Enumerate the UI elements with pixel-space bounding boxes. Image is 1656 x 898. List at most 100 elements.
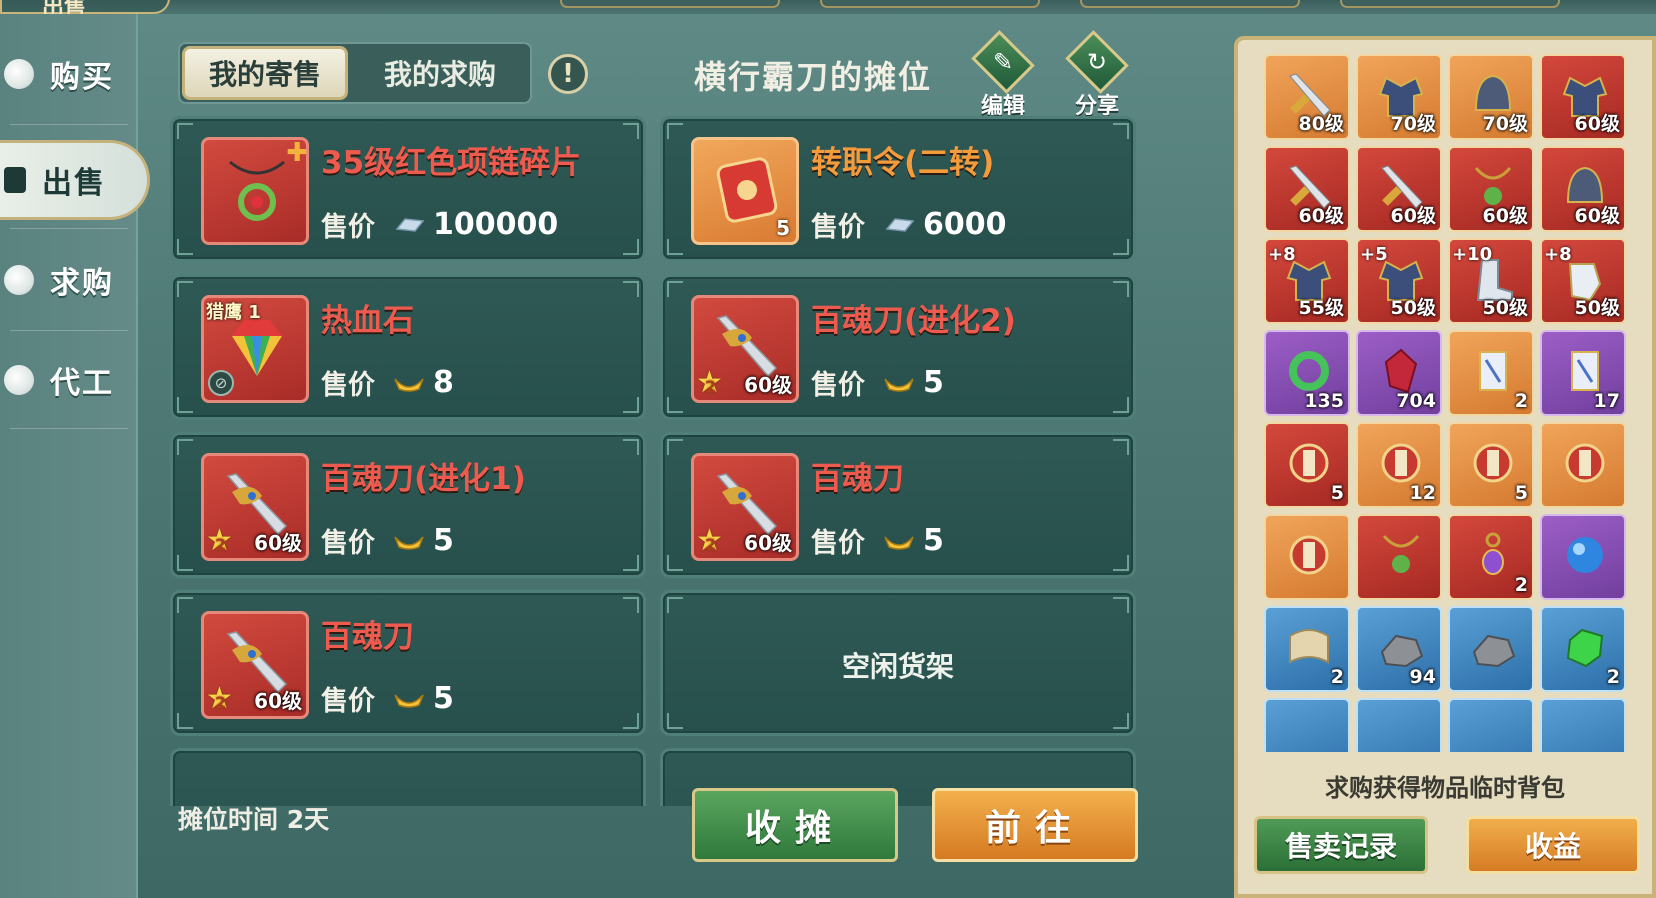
orb-icon bbox=[1567, 537, 1603, 573]
nav-item-label: 代工 bbox=[50, 366, 114, 401]
item-name: 百魂刀(进化2) bbox=[811, 303, 1016, 339]
listing-card[interactable]: 5 转职令(二转) 售价 6000 bbox=[660, 116, 1136, 262]
inventory-slot[interactable]: 80级 bbox=[1264, 54, 1350, 140]
nav-item-request[interactable]: 求购 bbox=[0, 240, 136, 320]
inventory-slot[interactable]: 704 bbox=[1356, 330, 1442, 416]
inventory-slot[interactable]: 12 bbox=[1356, 422, 1442, 508]
inventory-slot[interactable]: 17 bbox=[1540, 330, 1626, 416]
nav-item-craft[interactable]: 代工 bbox=[0, 340, 136, 420]
necklace-fragment-icon: ✚ bbox=[201, 137, 309, 245]
listing-card[interactable]: ★ 2 60级 百魂刀(进化1) 售价 5 bbox=[170, 432, 646, 578]
inventory-slot[interactable] bbox=[1356, 514, 1442, 600]
inventory-slot[interactable] bbox=[1540, 514, 1626, 600]
inventory-slot[interactable] bbox=[1356, 698, 1442, 752]
star-icon: ★ 2 bbox=[696, 523, 723, 558]
goto-button[interactable]: 前往 bbox=[932, 788, 1138, 862]
edit-button[interactable]: ✎ 编辑 bbox=[968, 30, 1038, 120]
listing-card[interactable]: ✚ 35级红色项链碎片 售价 100000 bbox=[170, 116, 646, 262]
price-value: 5 bbox=[923, 523, 944, 558]
slot-label: 5 bbox=[1514, 482, 1528, 504]
inventory-slot[interactable]: 70级 bbox=[1448, 54, 1534, 140]
top-tab[interactable]: 出售 bbox=[0, 0, 170, 21]
star-icon: ★ 2 bbox=[206, 523, 233, 558]
price-row: 售价 5 bbox=[321, 679, 454, 718]
gold-ingot-icon bbox=[884, 378, 914, 392]
inventory-panel: 80级 70级 70级 60级 60级 60级 60级 60级 55级 +8 50级 +5 50级 +10… bbox=[1234, 36, 1656, 898]
inventory-slot[interactable]: 60级 bbox=[1264, 146, 1350, 232]
inventory-slot[interactable]: 5 bbox=[1448, 422, 1534, 508]
inventory-slot[interactable]: 2 bbox=[1448, 330, 1534, 416]
share-button[interactable]: ↻ 分享 bbox=[1062, 30, 1132, 120]
inventory-slot[interactable]: 50级 +10 bbox=[1448, 238, 1534, 324]
sword-icon: ★ 2 60级 bbox=[691, 295, 799, 403]
listing-card[interactable]: ★ 2 60级 百魂刀(进化2) 售价 5 bbox=[660, 274, 1136, 420]
price-value: 5 bbox=[923, 365, 944, 400]
price-value: 5 bbox=[433, 523, 454, 558]
inventory-slot[interactable] bbox=[1448, 606, 1534, 692]
nav-divider bbox=[10, 330, 128, 331]
tab-my-sale[interactable]: 我的寄售 bbox=[182, 46, 348, 100]
star-icon: ★ 2 bbox=[696, 365, 723, 400]
inventory-slot[interactable]: 60级 bbox=[1448, 146, 1534, 232]
pendant-icon bbox=[1482, 532, 1504, 575]
sale-record-button[interactable]: 售卖记录 bbox=[1254, 816, 1428, 874]
listing-card[interactable] bbox=[170, 748, 646, 806]
price-row: 售价 5 bbox=[811, 363, 944, 402]
inventory-slot[interactable] bbox=[1540, 698, 1626, 752]
listing-card[interactable]: 猎鹰 1 ⊘ 热血石 售价 8 bbox=[170, 274, 646, 420]
item-count: 5 bbox=[776, 216, 790, 240]
price-row: 售价 5 bbox=[811, 521, 944, 560]
income-button[interactable]: 收益 bbox=[1466, 816, 1640, 874]
listing-card[interactable]: ★ 2 60级 百魂刀 售价 5 bbox=[170, 590, 646, 736]
inventory-slot[interactable]: 135 bbox=[1264, 330, 1350, 416]
crystal-icon bbox=[1384, 348, 1418, 394]
share-icon: ↻ bbox=[1065, 30, 1129, 94]
inventory-slot[interactable]: 55级 +8 bbox=[1264, 238, 1350, 324]
inventory-slot[interactable] bbox=[1540, 422, 1626, 508]
top-bar-slot bbox=[1340, 0, 1560, 8]
unbound-icon: ⊘ bbox=[208, 370, 234, 396]
inventory-slot[interactable] bbox=[1264, 698, 1350, 752]
inventory-slot[interactable]: 60级 bbox=[1356, 146, 1442, 232]
slot-label: 50级 bbox=[1390, 297, 1436, 319]
inventory-slot[interactable]: 2 bbox=[1540, 606, 1626, 692]
inventory-slot[interactable]: 2 bbox=[1264, 606, 1350, 692]
price-row: 售价 6000 bbox=[811, 205, 1007, 244]
slot-label: 2 bbox=[1330, 666, 1344, 688]
stall-time: 摊位时间 2天 bbox=[178, 805, 330, 834]
gold-ingot-icon bbox=[394, 694, 424, 708]
nav-item-buy[interactable]: 购买 bbox=[0, 34, 136, 114]
slot-label: 2 bbox=[1514, 574, 1528, 596]
inventory-slot[interactable]: 50级 +8 bbox=[1540, 238, 1626, 324]
price-label: 售价 bbox=[321, 370, 375, 401]
empty-shelf-card[interactable]: 空闲货架 bbox=[660, 590, 1136, 736]
top-bar-slot bbox=[1080, 0, 1300, 8]
star-count: 2 bbox=[215, 693, 227, 712]
slot-label: 5 bbox=[1330, 482, 1344, 504]
ring-icon bbox=[1289, 351, 1329, 391]
inventory-slot[interactable]: 60级 bbox=[1540, 54, 1626, 140]
gold-ingot-icon bbox=[394, 378, 424, 392]
inventory-slot[interactable]: 5 bbox=[1264, 422, 1350, 508]
silver-ingot-icon bbox=[395, 217, 425, 232]
inventory-slot[interactable]: 94 bbox=[1356, 606, 1442, 692]
gold-ingot-icon bbox=[884, 536, 914, 550]
nav-item-sell[interactable]: 出售 bbox=[0, 140, 150, 220]
close-stall-button[interactable]: 收摊 bbox=[692, 788, 898, 862]
tab-my-request[interactable]: 我的求购 bbox=[354, 46, 526, 100]
inventory-slot[interactable]: 70级 bbox=[1356, 54, 1442, 140]
nav-item-label: 求购 bbox=[50, 266, 114, 301]
item-level: 60级 bbox=[254, 689, 302, 713]
inventory-slot[interactable]: 2 bbox=[1448, 514, 1534, 600]
teapot-icon bbox=[4, 265, 34, 295]
slot-plus: +8 bbox=[1544, 244, 1572, 265]
listing-card[interactable]: ★ 2 60级 百魂刀 售价 5 bbox=[660, 432, 1136, 578]
info-icon[interactable]: ! bbox=[548, 54, 588, 94]
stall-icon bbox=[4, 167, 26, 193]
inventory-slot[interactable]: 60级 bbox=[1540, 146, 1626, 232]
item-name: 热血石 bbox=[321, 303, 414, 339]
inventory-slot[interactable] bbox=[1264, 514, 1350, 600]
inventory-slot[interactable]: 50级 +5 bbox=[1356, 238, 1442, 324]
nav-divider bbox=[10, 124, 128, 125]
inventory-slot[interactable] bbox=[1448, 698, 1534, 752]
